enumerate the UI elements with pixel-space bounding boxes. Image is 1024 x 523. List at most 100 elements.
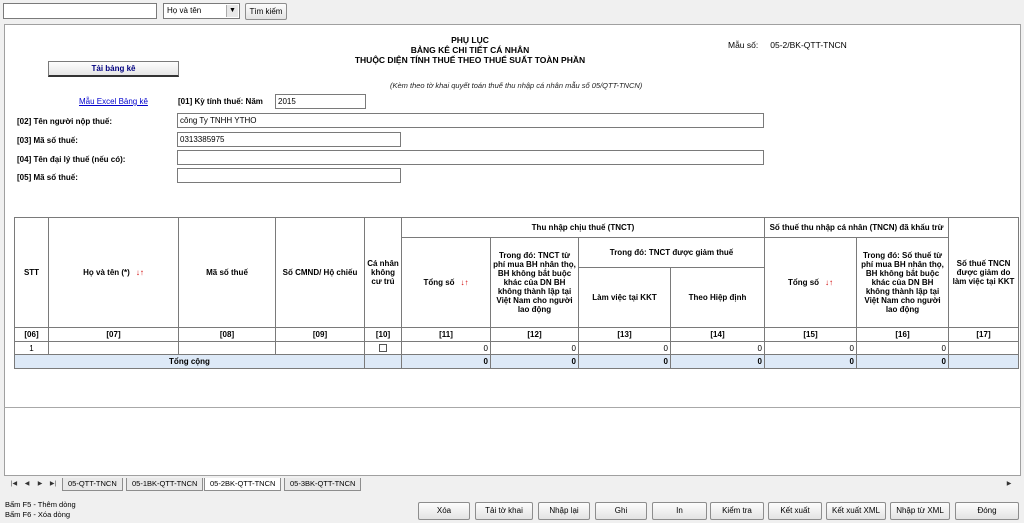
page-subtitle: BẢNG KÊ CHI TIẾT CÁ NHÂN <box>410 45 530 55</box>
col-tax-total-label: Tổng số <box>787 278 820 287</box>
form-code: Mẫu số: 05-2/BK-QTT-TNCN <box>728 40 847 50</box>
load-button[interactable]: Tải tờ khai <box>475 502 533 520</box>
col-id-header: Số CMND/ Hộ chiếu <box>275 217 365 328</box>
total-label: Tổng cộng <box>14 354 365 369</box>
col-stt-header: STT <box>14 217 49 328</box>
page-subtitle-2: THUỘC DIỆN TÍNH THUẾ THEO THUẾ SUẤT TOÀN… <box>354 55 586 65</box>
sheet-tabs-bar: |◀ ◀ ▶ ▶| 05-QTT-TNCN 05-1BK-QTT-TNCN 05… <box>4 477 1021 491</box>
sort-icon[interactable]: ↓↑ <box>461 278 469 287</box>
col-income-total-label: Tổng số <box>423 278 455 287</box>
agent-taxcode-input[interactable] <box>177 168 401 183</box>
col-number: [09] <box>275 327 365 342</box>
sheet-tab[interactable]: 05-QTT-TNCN <box>62 478 123 491</box>
sort-icon[interactable]: ↓↑ <box>136 268 144 277</box>
total-cell-nonresident <box>364 354 402 369</box>
taxpayer-input[interactable]: công Ty TNHH YTHO <box>177 113 764 128</box>
period-input[interactable]: 2015 <box>275 94 366 109</box>
period-label: [01] Kỳ tính thuế: Năm <box>178 97 263 106</box>
hint-delete-row: Bấm F6 - Xóa dòng <box>5 510 71 519</box>
sheet-tab[interactable]: 05-1BK-QTT-TNCN <box>126 478 204 491</box>
col-number: [14] <box>670 327 765 342</box>
cell-id[interactable] <box>275 341 365 355</box>
sheet-tab[interactable]: 05-3BK-QTT-TNCN <box>284 478 362 491</box>
first-sheet-icon[interactable]: |◀ <box>9 479 19 489</box>
total-v11: 0 <box>401 354 491 369</box>
col-number: [06] <box>14 327 49 342</box>
col-income-kkt-header: Làm việc tại KKT <box>578 267 671 328</box>
save-button[interactable]: Ghi <box>595 502 647 520</box>
col-number: [07] <box>48 327 179 342</box>
cell-v13[interactable]: 0 <box>578 341 671 355</box>
col-income-total-header[interactable]: Tổng số ↓↑ <box>401 237 491 328</box>
cell-v17[interactable] <box>948 341 1019 355</box>
col-number: [15] <box>764 327 857 342</box>
col-tax-reduced-header: Số thuế TNCN được giảm do làm việc tại K… <box>948 217 1019 328</box>
col-number: [17] <box>948 327 1019 342</box>
scroll-right-icon[interactable]: ▶ <box>1004 479 1014 489</box>
agent-input[interactable] <box>177 150 764 165</box>
col-number: [10] <box>364 327 402 342</box>
prev-sheet-icon[interactable]: ◀ <box>22 479 32 489</box>
cell-nonresident <box>364 341 402 355</box>
cell-name[interactable] <box>48 341 179 355</box>
check-button[interactable]: Kiểm tra <box>710 502 764 520</box>
col-number: [11] <box>401 327 491 342</box>
search-button[interactable]: Tìm kiếm <box>245 3 287 20</box>
cell-v11[interactable]: 0 <box>401 341 491 355</box>
import-xml-button[interactable]: Nhập từ XML <box>890 502 950 520</box>
divider <box>4 407 1021 408</box>
col-number: [16] <box>856 327 949 342</box>
search-field-select[interactable]: Họ và tên ▼ <box>163 3 240 19</box>
export-xml-button[interactable]: Kết xuất XML <box>826 502 886 520</box>
detail-table: STT Họ và tên (*) ↓↑ Mã số thuế Số CMND/ … <box>14 217 1019 369</box>
total-row: Tổng cộng 0 0 0 0 0 0 <box>14 354 1019 369</box>
col-number: [12] <box>490 327 579 342</box>
col-tax-insurance-header: Trong đó: Số thuế từ phí mua BH nhân thọ… <box>856 237 949 328</box>
total-v17 <box>948 354 1019 369</box>
agent-label: [04] Tên đại lý thuế (nếu có): <box>17 155 126 164</box>
sheet-tab-active[interactable]: 05-2BK-QTT-TNCN <box>204 478 282 491</box>
cell-v16[interactable]: 0 <box>856 341 949 355</box>
col-income-insurance-header: Trong đó: TNCT từ phí mua BH nhân thọ, B… <box>490 237 579 328</box>
nonresident-checkbox[interactable] <box>379 344 387 353</box>
col-taxcode-header: Mã số thuế <box>178 217 276 328</box>
next-sheet-icon[interactable]: ▶ <box>35 479 45 489</box>
col-tax-group-header: Số thuế thu nhập cá nhân (TNCN) đã khấu … <box>764 217 949 238</box>
excel-template-link[interactable]: Mẫu Excel Bảng kê <box>79 97 148 106</box>
col-name-header[interactable]: Họ và tên (*) ↓↑ <box>48 217 179 328</box>
total-v13: 0 <box>578 354 671 369</box>
hint-add-row: Bấm F5 - Thêm dòng <box>5 500 76 509</box>
page-title: PHỤ LỤC <box>451 35 489 45</box>
print-button[interactable]: In <box>652 502 707 520</box>
search-field-selected: Họ và tên <box>167 6 202 15</box>
col-name-label: Họ và tên (*) <box>83 268 130 277</box>
sort-icon[interactable]: ↓↑ <box>825 278 833 287</box>
taxcode-input[interactable]: 0313385975 <box>177 132 401 147</box>
export-button[interactable]: Kết xuất <box>768 502 822 520</box>
col-number: [08] <box>178 327 276 342</box>
col-income-reduced-header: Trong đó: TNCT được giảm thuế <box>578 237 765 268</box>
total-v16: 0 <box>856 354 949 369</box>
cell-v12[interactable]: 0 <box>490 341 579 355</box>
cell-v14[interactable]: 0 <box>670 341 765 355</box>
taxpayer-label: [02] Tên người nộp thuế: <box>17 117 113 126</box>
search-input[interactable] <box>3 3 157 19</box>
col-income-group-header: Thu nhập chịu thuế (TNCT) <box>401 217 765 238</box>
form-note: (Kèm theo tờ khai quyết toán thuế thu nh… <box>390 81 643 90</box>
cell-v15[interactable]: 0 <box>764 341 857 355</box>
col-nonresident-header: Cá nhân không cư trú <box>364 217 402 328</box>
last-sheet-icon[interactable]: ▶| <box>48 479 58 489</box>
form-code-value: 05-2/BK-QTT-TNCN <box>770 40 847 50</box>
table-row: 1 0 0 0 0 0 0 <box>14 341 1019 355</box>
close-button[interactable]: Đóng <box>955 502 1019 520</box>
chevron-down-icon[interactable]: ▼ <box>226 5 238 17</box>
total-v15: 0 <box>764 354 857 369</box>
cell-taxcode[interactable] <box>178 341 276 355</box>
delete-button[interactable]: Xóa <box>418 502 470 520</box>
cell-stt: 1 <box>14 341 49 355</box>
download-list-button[interactable]: Tải bảng kê <box>48 61 179 77</box>
reenter-button[interactable]: Nhập lại <box>538 502 590 520</box>
col-tax-total-header[interactable]: Tổng số ↓↑ <box>764 237 857 328</box>
col-number: [13] <box>578 327 671 342</box>
total-v12: 0 <box>490 354 579 369</box>
